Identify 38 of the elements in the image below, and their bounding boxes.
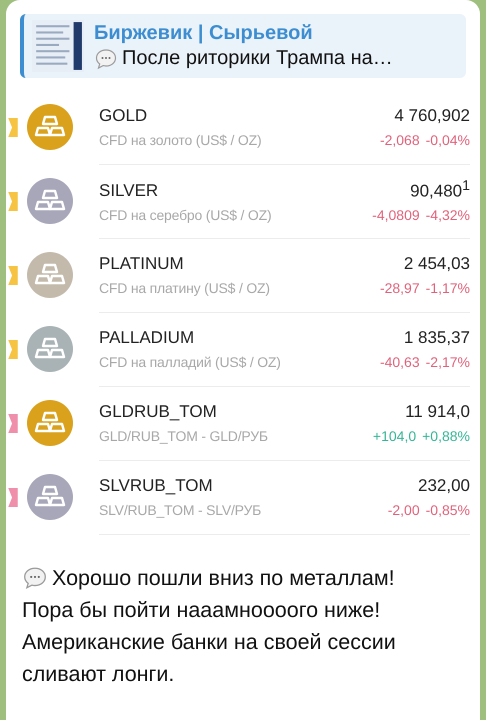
instrument-name: GLDRUB_TOM [99,402,217,422]
reply-quote[interactable]: Биржевик | Сырьевой После риторики Трампа на… [20,14,466,78]
instrument-name: SLVRUB_TOM [99,476,213,496]
price-change: -28,97 [380,280,420,296]
price-change: -40,63 [380,354,420,370]
percent-change: -4,32% [426,207,470,224]
reply-preview-text: После риторики Трампа на… [122,47,393,70]
percent-change: -0,04% [426,132,470,148]
instrument-price: 90,480$^{1}$ [410,178,470,202]
price-change: -2,068 [380,132,420,148]
instrument-name: SILVER [99,181,158,202]
message-text: Хорошо пошли вниз по металлам! [52,565,395,592]
price-change: -4,0809 [372,207,420,224]
instrument-description: CFD на серебро (US$ / OZ) [99,207,272,224]
message-text: Американские банки на своей сессии сливают лонги. [22,629,397,688]
price-change: +104,0 [372,428,416,444]
instrument-price: 4 760,902 [394,106,470,126]
instrument-price: 2 454,03 [404,254,470,274]
instrument-description: CFD на платину (US$ / OZ) [99,280,270,296]
instrument-name: PALLADIUM [99,328,194,348]
instrument-price: 1 835,37 [404,328,470,348]
reply-channel-name: Биржевик | Сырьевой [94,22,314,44]
instrument-description: CFD на золото (US$ / OZ) [99,132,262,148]
instrument-description: GLD/RUB_TOM - GLD/РУБ [99,428,268,444]
instrument-price: 232,00 [418,476,470,496]
speech-bubble-icon [94,46,118,70]
instrument-description: CFD на палладий (US$ / OZ) [99,354,281,370]
percent-change: +0,88% [422,428,470,444]
instrument-name: GOLD [99,106,148,126]
price-change: -2,00 [388,502,420,518]
percent-change: -1,17% [426,280,470,296]
message-text: Пора бы пойти нааамноооого ниже! [22,597,380,624]
percent-change: -2,17% [426,354,470,370]
instrument-description: SLV/RUB_TOM - SLV/РУБ [99,502,262,518]
percent-change: -0,85% [426,502,470,518]
instrument-price: 11 914,0 [405,402,470,422]
speech-bubble-icon [22,565,48,591]
instrument-name: PLATINUM [99,254,184,274]
